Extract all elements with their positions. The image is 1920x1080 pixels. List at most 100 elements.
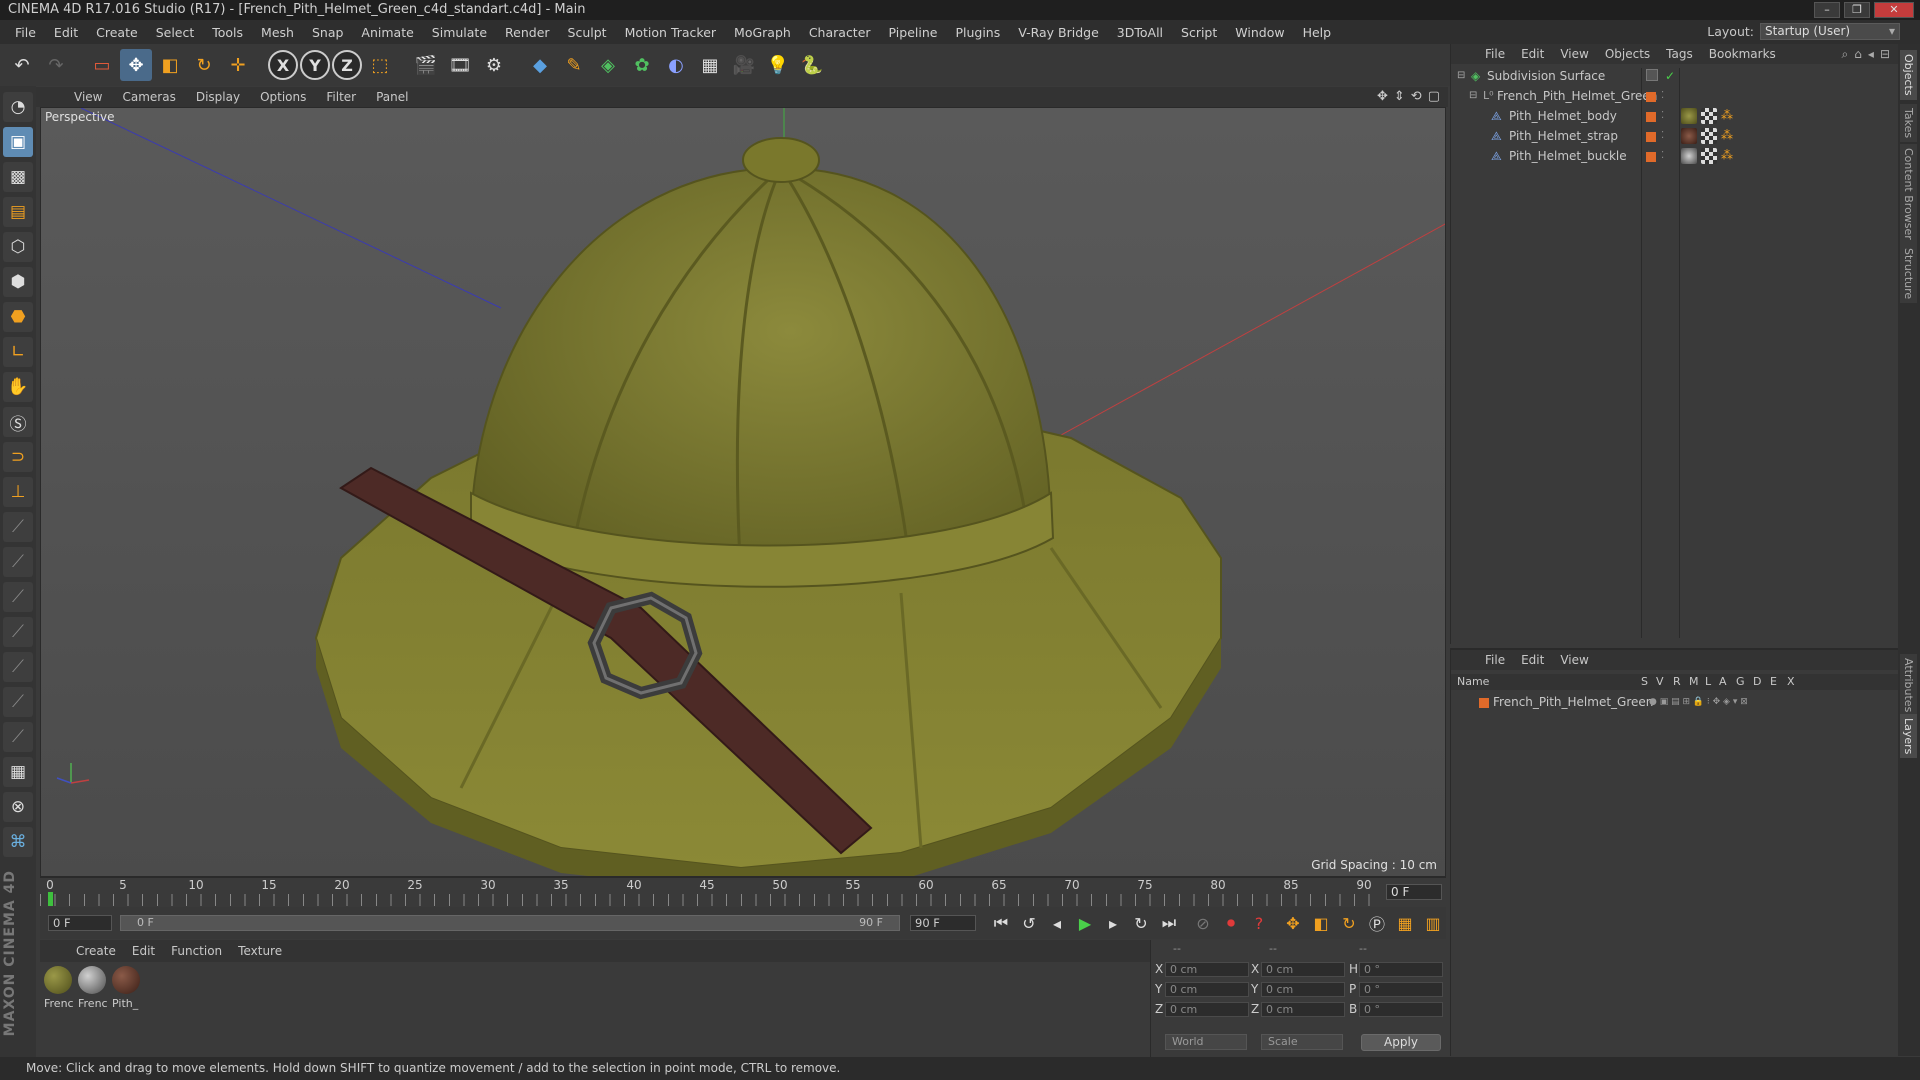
key-scale-icon[interactable]: ◧	[1308, 910, 1334, 936]
collapse-icon[interactable]: ⊟	[1469, 86, 1477, 106]
visibility-dots[interactable]: ⁚	[1661, 86, 1664, 106]
texture-mode-icon[interactable]: ▩	[3, 162, 33, 192]
object-row-french-pith-helmet-green[interactable]: ⊟ L⁰ French_Pith_Helmet_Green ⁚	[1451, 86, 1898, 106]
position-y-field[interactable]: 0 cm	[1165, 982, 1249, 997]
light-icon[interactable]: 💡	[762, 49, 794, 81]
key-position-icon[interactable]: ✥	[1280, 910, 1306, 936]
object-menu-objects[interactable]: Objects	[1597, 47, 1658, 61]
side-tab-structure[interactable]: Structure	[1900, 244, 1917, 304]
object-row-subdivision-surface[interactable]: ⊟ ◈ Subdivision Surface ✓	[1451, 66, 1898, 86]
layer-color-swatch[interactable]	[1646, 132, 1656, 142]
object-menu-view[interactable]: View	[1552, 47, 1596, 61]
timeline-ruler[interactable]	[40, 894, 1380, 906]
side-tab-takes[interactable]: Takes	[1900, 104, 1917, 143]
material-tag-icon[interactable]	[1681, 148, 1697, 164]
viewport-zoom-icon[interactable]: ⇕	[1394, 89, 1405, 104]
start-frame-field[interactable]: 0 F	[48, 915, 112, 931]
next-frame-icon[interactable]: ▸	[1100, 910, 1126, 936]
back-icon[interactable]: ◂	[1868, 47, 1874, 62]
visibility-dots[interactable]: ⁚	[1661, 106, 1664, 126]
coordinate-mode-select[interactable]: Scale	[1261, 1034, 1343, 1050]
material-menu-create[interactable]: Create	[68, 944, 124, 958]
layer-col-animation[interactable]: A	[1719, 674, 1727, 690]
uvw-tag-icon[interactable]	[1701, 108, 1717, 124]
apply-button[interactable]: Apply	[1361, 1034, 1441, 1051]
menu-render[interactable]: Render	[496, 25, 559, 40]
rotate-tool-icon[interactable]: ↻	[188, 49, 220, 81]
go-to-end-icon[interactable]: ⏭	[1156, 910, 1182, 936]
floor-scene-icon[interactable]: ▦	[694, 49, 726, 81]
x-axis-toggle[interactable]: X	[268, 50, 298, 80]
z-axis-toggle[interactable]: Z	[332, 50, 362, 80]
polygons-mode-icon[interactable]: ⬣	[3, 302, 33, 332]
move-tool-icon[interactable]: ✥	[120, 49, 152, 81]
layer-menu-edit[interactable]: Edit	[1513, 653, 1552, 667]
menu-mograph[interactable]: MoGraph	[725, 25, 800, 40]
layer-col-locked[interactable]: L	[1705, 674, 1711, 690]
menu-motion-tracker[interactable]: Motion Tracker	[616, 25, 725, 40]
minimize-button[interactable]: –	[1814, 2, 1840, 18]
phong-tag-icon[interactable]: ⁂	[1721, 148, 1737, 164]
enabled-check-icon[interactable]: ✓	[1665, 66, 1675, 86]
y-axis-toggle[interactable]: Y	[300, 50, 330, 80]
material-tag-icon[interactable]	[1681, 128, 1697, 144]
workplane-icon[interactable]: ⊥	[3, 477, 33, 507]
search-icon[interactable]: ⌕	[1842, 47, 1849, 62]
position-z-field[interactable]: 0 cm	[1165, 1002, 1249, 1017]
edges-mode-icon[interactable]: ⬢	[3, 267, 33, 297]
points-mode-icon[interactable]: ⬡	[3, 232, 33, 262]
viewport-maximize-icon[interactable]: ▢	[1428, 89, 1440, 104]
layer-menu-file[interactable]: File	[1477, 653, 1513, 667]
sculpt-brush-3-icon[interactable]: ⟋	[3, 582, 33, 612]
viewport-pan-icon[interactable]: ✥	[1377, 89, 1388, 104]
play-icon[interactable]: ▶	[1072, 910, 1098, 936]
menu-create[interactable]: Create	[87, 25, 147, 40]
uvw-tag-icon[interactable]	[1701, 148, 1717, 164]
object-menu-file[interactable]: File	[1477, 47, 1513, 61]
render-picture-viewer-icon[interactable]: 🎞	[444, 49, 476, 81]
layer-menu-view[interactable]: View	[1552, 653, 1596, 667]
viewport-menu-panel[interactable]: Panel	[366, 90, 418, 104]
layer-col-render[interactable]: R	[1673, 674, 1681, 690]
scale-tool-icon[interactable]: ◧	[154, 49, 186, 81]
material-swatch[interactable]: Frenc	[44, 966, 74, 1010]
viewport-menu-options[interactable]: Options	[250, 90, 316, 104]
layer-col-manager[interactable]: M	[1689, 674, 1699, 690]
layer-col-view[interactable]: V	[1656, 674, 1664, 690]
side-tab-content-browser[interactable]: Content Browser	[1900, 144, 1917, 244]
selection-tool-icon[interactable]: ▭	[86, 49, 118, 81]
key-rotation-icon[interactable]: ↻	[1336, 910, 1362, 936]
rotation-h-field[interactable]: 0 °	[1359, 962, 1443, 977]
new-panel-icon[interactable]: ⊟	[1880, 47, 1890, 62]
object-row-pith-helmet-strap[interactable]: ⟁ Pith_Helmet_strap ⁚ ⁂	[1451, 126, 1898, 146]
object-menu-tags[interactable]: Tags	[1658, 47, 1701, 61]
layout-select[interactable]: Startup (User)	[1760, 23, 1900, 40]
side-tab-layers[interactable]: Layers	[1900, 714, 1917, 759]
key-pla-icon[interactable]: ▦	[1392, 910, 1418, 936]
sculpt-brush-7-icon[interactable]: ⟋	[3, 722, 33, 752]
tweak-mode-icon[interactable]: ✋	[3, 372, 33, 402]
layer-row[interactable]: French_Pith_Helmet_Green ● ▣ ▤ ⊞ 🔒 ⁝ ✥ ◈…	[1451, 692, 1898, 712]
coordinate-space-select[interactable]: World	[1165, 1034, 1247, 1050]
record-active-objects-icon[interactable]: ⏺	[1218, 910, 1244, 936]
maximize-button[interactable]: ❐	[1844, 2, 1870, 18]
menu-tools[interactable]: Tools	[203, 25, 252, 40]
menu-edit[interactable]: Edit	[45, 25, 87, 40]
layer-col-expressions[interactable]: E	[1770, 674, 1777, 690]
object-menu-edit[interactable]: Edit	[1513, 47, 1552, 61]
menu-sculpt[interactable]: Sculpt	[559, 25, 616, 40]
menu-pipeline[interactable]: Pipeline	[880, 25, 947, 40]
sculpt-brush-6-icon[interactable]: ⟋	[3, 687, 33, 717]
home-icon[interactable]: ⌂	[1854, 47, 1862, 62]
autokeying-icon[interactable]: ?	[1246, 910, 1272, 936]
previous-keyframe-icon[interactable]: ↺	[1016, 910, 1042, 936]
layer-col-generators[interactable]: G	[1736, 674, 1745, 690]
sculpt-brush-5-icon[interactable]: ⟋	[3, 652, 33, 682]
transform-tool-icon[interactable]: ✛	[222, 49, 254, 81]
subdivision-generator-icon[interactable]: ◈	[592, 49, 624, 81]
layer-color-swatch[interactable]	[1479, 698, 1489, 708]
snapping-icon[interactable]: Ⓢ	[3, 407, 33, 437]
magnet-icon[interactable]: ⊃	[3, 442, 33, 472]
axis-mode-icon[interactable]: ∟	[3, 337, 33, 367]
layer-flag-icons[interactable]: ● ▣ ▤ ⊞ 🔒 ⁝ ✥ ◈ ▾ ⊠	[1649, 692, 1748, 712]
